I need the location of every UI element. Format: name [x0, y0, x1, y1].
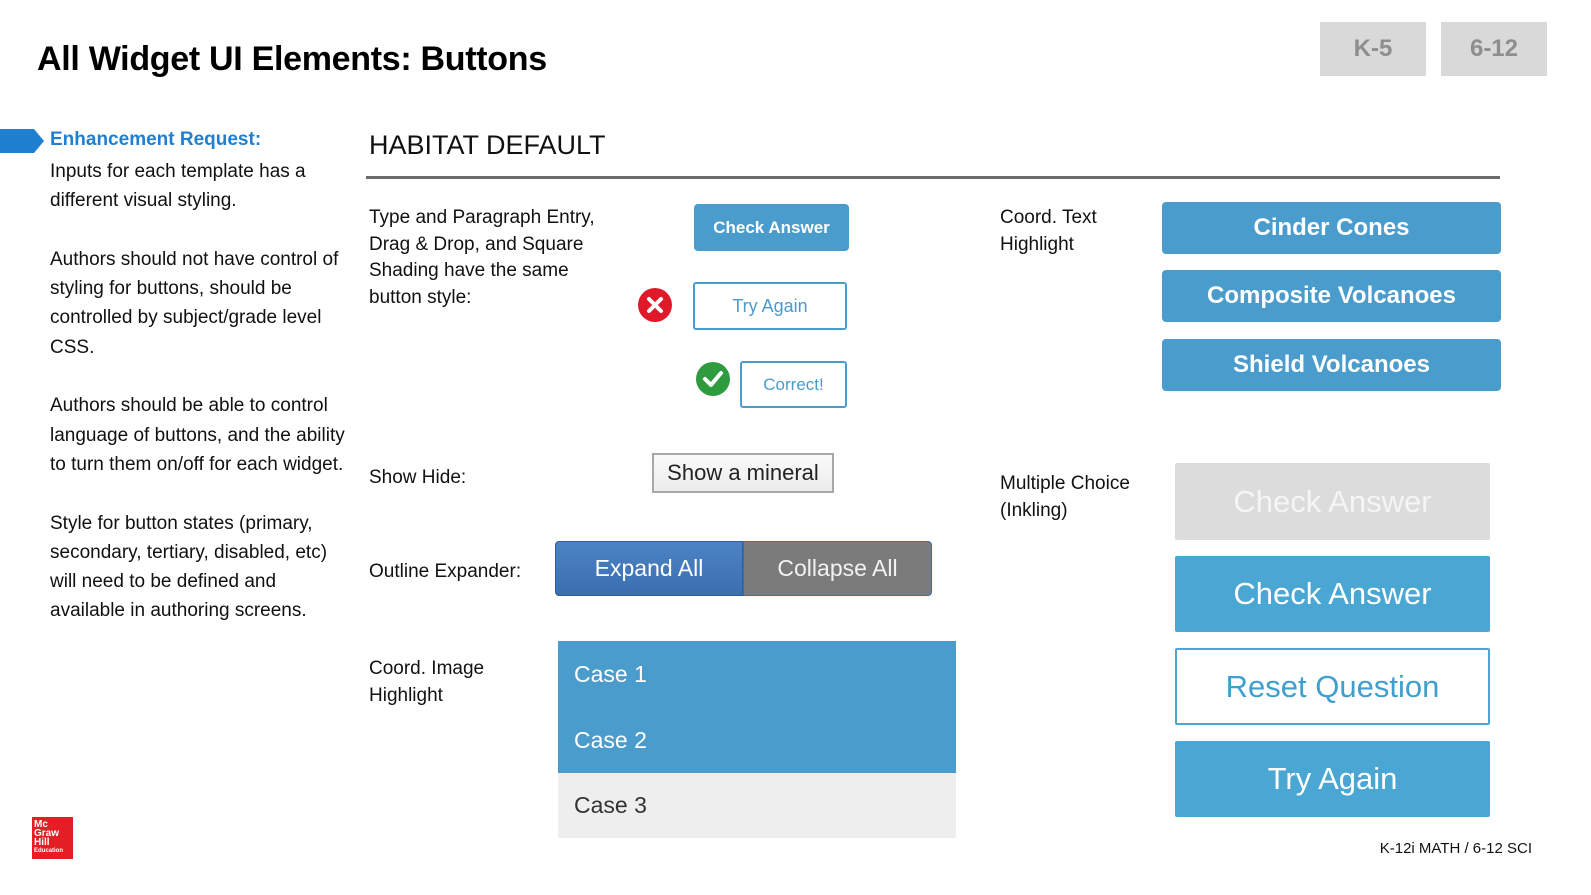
type-paragraph-label: Type and Paragraph Entry, Drag & Drop, a… [369, 207, 595, 308]
logo-line: Education [34, 848, 64, 854]
grade-tab-k5[interactable]: K-5 [1320, 22, 1426, 76]
try-again-mc-button[interactable]: Try Again [1175, 741, 1490, 817]
case-option-2[interactable]: Case 2 [558, 707, 956, 773]
section-title: HABITAT DEFAULT [369, 130, 606, 160]
correct-button[interactable]: Correct! [740, 361, 847, 408]
composite-volcanoes-button[interactable]: Composite Volcanoes [1162, 270, 1501, 322]
coord-text-label: Coord. Text Highlight [1000, 207, 1097, 255]
logo-line: Hill [34, 837, 50, 848]
shield-volcanoes-button[interactable]: Shield Volcanoes [1162, 339, 1501, 391]
show-hide-label: Show Hide: [369, 467, 467, 488]
cinder-cones-button[interactable]: Cinder Cones [1162, 202, 1501, 254]
outline-expander-label: Outline Expander: [369, 561, 522, 582]
arrow-marker-icon [0, 129, 44, 153]
check-answer-active-button[interactable]: Check Answer [1175, 556, 1490, 632]
reset-question-button[interactable]: Reset Question [1175, 648, 1490, 725]
enhancement-title: Enhancement Request: [50, 129, 262, 150]
x-circle-icon [638, 288, 672, 322]
case-option-1[interactable]: Case 1 [558, 641, 956, 707]
case-option-3[interactable]: Case 3 [558, 773, 956, 838]
multiple-choice-label: Multiple Choice (Inkling) [1000, 473, 1130, 521]
note-paragraph: Authors should be able to control langua… [50, 395, 345, 475]
expand-all-button[interactable]: Expand All [555, 541, 743, 596]
show-mineral-button[interactable]: Show a mineral [652, 453, 834, 493]
section-divider [366, 176, 1500, 179]
try-again-button[interactable]: Try Again [693, 282, 847, 330]
note-paragraph: Inputs for each template has a different… [50, 161, 306, 212]
grade-tab-6-12[interactable]: 6-12 [1441, 22, 1547, 76]
check-answer-disabled-button[interactable]: Check Answer [1175, 463, 1490, 540]
coord-image-label: Coord. Image Highlight [369, 658, 485, 706]
check-answer-button[interactable]: Check Answer [694, 204, 849, 251]
mcgraw-hill-logo: Mc Graw Hill Education [32, 817, 73, 859]
page-title: All Widget UI Elements: Buttons [37, 40, 547, 78]
enhancement-notes: Inputs for each template has a different… [50, 157, 345, 655]
note-paragraph: Authors should not have control of styli… [50, 248, 339, 358]
note-paragraph: Style for button states (primary, second… [50, 512, 328, 622]
collapse-all-button[interactable]: Collapse All [743, 541, 932, 596]
check-circle-icon [696, 362, 730, 396]
footer-text: K-12i MATH / 6-12 SCI [1379, 840, 1532, 857]
